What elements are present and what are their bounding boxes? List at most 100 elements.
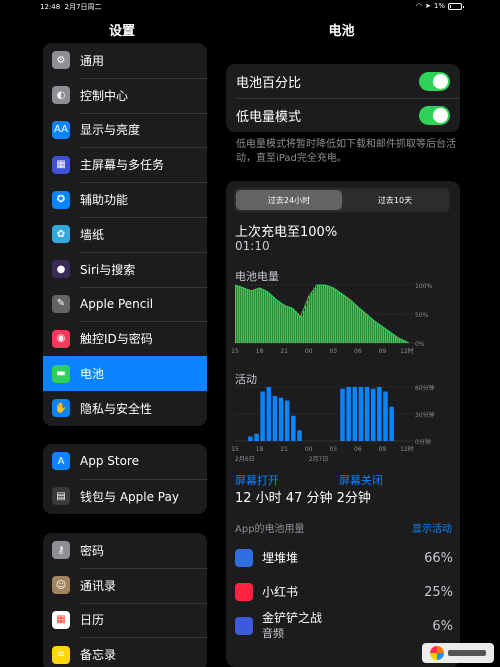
level-bar (381, 325, 383, 343)
level-x-tick: 15 (231, 348, 239, 355)
level-bar (243, 287, 245, 343)
settings-sidebar: 设置 ⚙ 通用 ◐ 控制中心 AA 显示与亮度 ▦ 主屏幕与多任务 ✪ 辅助功能 ✿ 墙纸 ● Siri与… (31, 0, 213, 667)
app-store-icon: A (52, 452, 70, 471)
activity-bar (248, 436, 253, 441)
screen-on-label[interactable]: 屏幕打开 (235, 472, 279, 488)
privacy-hand-icon: ✋ (52, 399, 70, 418)
level-bar (241, 287, 243, 343)
sidebar-title: 设置 (108, 24, 135, 39)
sidebar-item-wallet[interactable]: ▤ 钱包与 Apple Pay (43, 478, 207, 514)
activity-bar (340, 388, 345, 441)
activity-bar (389, 406, 394, 441)
sidebar-item-touch-id[interactable]: ◉ 触控ID与密码 (43, 321, 207, 356)
app-usage-percent: 6% (432, 618, 453, 634)
tab-last-10-days[interactable]: 过去10天 (342, 190, 448, 210)
activity-bar (284, 400, 290, 441)
sidebar-item-label: 通用 (80, 53, 105, 68)
level-bar (301, 315, 303, 343)
level-bar (307, 300, 309, 343)
page-title: 电池 (328, 24, 355, 39)
app-usage-header: App的电池用量 (235, 524, 305, 535)
level-x-tick: 21 (280, 348, 288, 355)
activity-date-tick: 2月7日 (309, 456, 329, 463)
level-bar (329, 286, 331, 343)
sidebar-item-app-store[interactable]: A App Store (43, 444, 207, 479)
level-bar (265, 290, 267, 343)
battery-percentage-switch[interactable] (419, 71, 450, 91)
level-bar (371, 318, 373, 343)
sidebar-item-wallpaper[interactable]: ✿ 墙纸 (43, 216, 207, 252)
sidebar-item-pencil[interactable]: ✎ Apple Pencil (43, 286, 207, 322)
sidebar-item-notes[interactable]: ≡ 备忘录 (43, 637, 207, 667)
sidebar-item-label: 电池 (80, 367, 105, 382)
sidebar-item-calendar[interactable]: ▦ 日历 (43, 602, 207, 638)
sidebar-item-gear[interactable]: ⚙ 通用 (43, 43, 207, 78)
battery-percent: 1% (433, 2, 445, 10)
level-axis-tick: 50% (415, 312, 429, 319)
activity-chart[interactable]: 60分钟 30分钟 0分钟 15 18 21 00 03 06 09 12时 2月6日 2月7日 (226, 383, 460, 477)
level-bar (263, 289, 265, 343)
watermark-logo (422, 643, 494, 663)
battery-icon: ▬ (52, 364, 70, 383)
sidebar-item-display-brightness[interactable]: AA 显示与亮度 (43, 112, 207, 148)
sidebar-item-label: 辅助功能 (80, 193, 129, 208)
level-bar (303, 310, 305, 343)
level-bar (323, 285, 325, 343)
level-bar (341, 293, 343, 343)
app-usage-row[interactable]: 埋堆堆 66% (235, 541, 453, 575)
level-axis-tick: 0% (415, 341, 425, 348)
sidebar-item-battery[interactable]: ▬ 电池 (43, 356, 207, 391)
level-bar (369, 316, 371, 343)
home-screen-icon: ▦ (52, 155, 70, 174)
status-battery-icon (448, 2, 464, 10)
sidebar-item-contacts[interactable]: ☺ 通讯录 (43, 567, 207, 603)
level-bar (249, 289, 251, 343)
sidebar-item-privacy-hand[interactable]: ✋ 隐私与安全性 (43, 391, 207, 426)
watermark-text (448, 650, 486, 656)
low-power-row: 低电量模式 (226, 98, 460, 132)
low-power-switch[interactable] (419, 105, 450, 125)
control-center-icon: ◐ (52, 86, 70, 105)
activity-x-tick: 15 (231, 446, 239, 453)
battery-level-chart[interactable]: 100% 50% 0% 15 18 21 00 03 06 09 12时 (226, 281, 460, 369)
level-x-tick: 03 (329, 348, 337, 355)
activity-bar (291, 415, 296, 441)
sidebar-item-siri[interactable]: ● Siri与搜索 (43, 251, 207, 287)
app-usage-row[interactable]: 小红书 25% (235, 575, 453, 609)
level-x-tick: 18 (256, 348, 264, 355)
activity-bar (364, 387, 370, 441)
level-bar (299, 315, 301, 343)
level-bar (351, 300, 353, 343)
activity-bar (370, 388, 376, 441)
sidebar-item-control-center[interactable]: ◐ 控制中心 (43, 77, 207, 113)
level-bar (407, 341, 409, 343)
tab-last-24-hours[interactable]: 过去24小时 (236, 190, 342, 210)
level-bar (325, 285, 327, 343)
show-activity-button[interactable]: 显示活动 (412, 520, 452, 535)
sidebar-group-apps: ⚷ 密码 ☺ 通讯录 ▦ 日历 ≡ 备忘录 (43, 533, 207, 667)
app-usage-percent: 25% (424, 584, 453, 600)
contacts-icon: ☺ (52, 576, 70, 595)
sidebar-item-home-screen[interactable]: ▦ 主屏幕与多任务 (43, 147, 207, 182)
low-power-footnote: 低电量模式将暂时降低如下载和邮件抓取等后台活动，直至iPad完全充电。 (236, 139, 456, 164)
level-bar (357, 306, 359, 343)
level-bar (373, 319, 375, 343)
level-x-tick: 00 (305, 348, 313, 355)
app-usage-row[interactable]: 金铲铲之战 音频 6% (235, 609, 453, 643)
level-bar (367, 314, 369, 343)
level-bar (319, 285, 321, 343)
level-bar (245, 288, 247, 343)
sidebar-item-accessibility[interactable]: ✪ 辅助功能 (43, 182, 207, 217)
level-bar (257, 288, 259, 343)
sidebar-item-key[interactable]: ⚷ 密码 (43, 533, 207, 568)
level-bar (291, 307, 293, 343)
screen-off-label[interactable]: 屏幕关闭 (339, 472, 383, 488)
touch-id-icon: ◉ (52, 329, 70, 348)
activity-axis-tick: 0分钟 (415, 438, 431, 446)
activity-bar (272, 396, 278, 441)
activity-x-tick: 12时 (400, 445, 414, 453)
level-x-tick: 06 (354, 348, 362, 355)
ipad-screen: 设置 ⚙ 通用 ◐ 控制中心 AA 显示与亮度 ▦ 主屏幕与多任务 ✪ 辅助功能 ✿ 墙纸 ● Siri与… (31, 0, 470, 667)
app-name: 小红书 (262, 584, 299, 599)
level-bar (359, 308, 361, 343)
